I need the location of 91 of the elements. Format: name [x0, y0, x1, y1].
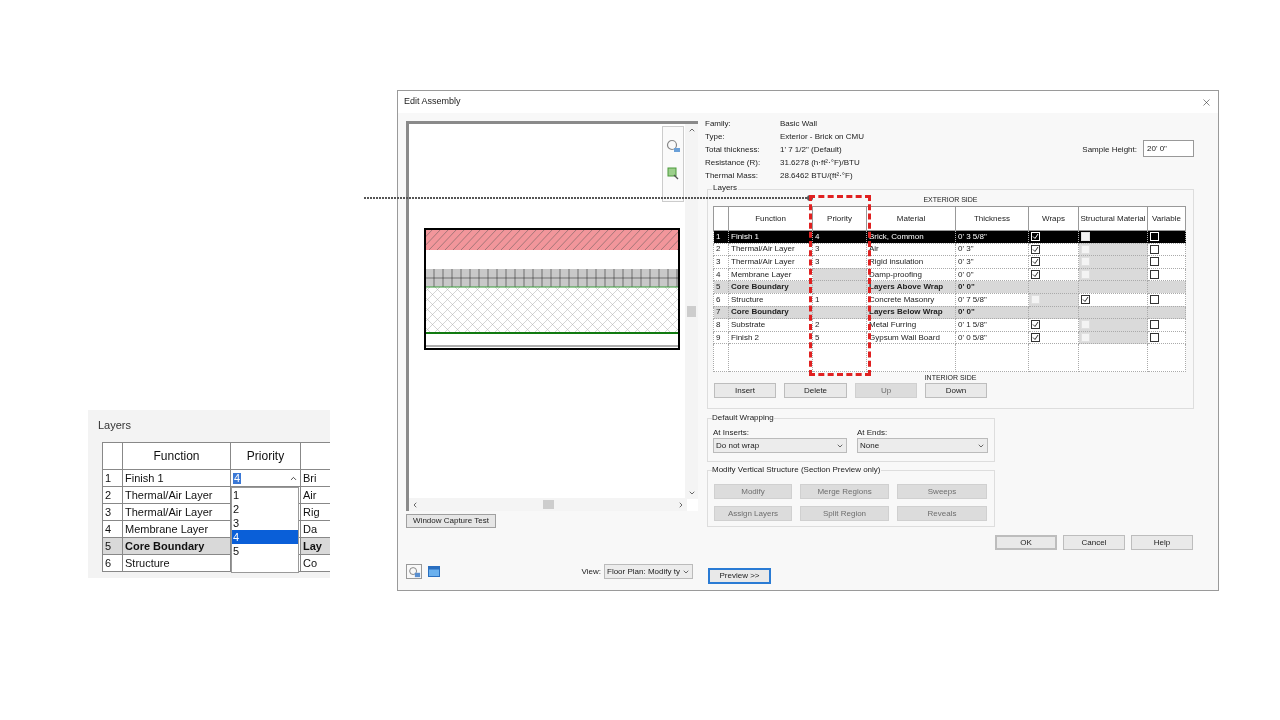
- property-label: Resistance (R):: [705, 157, 762, 169]
- table-row[interactable]: 6 Structure 1 Concrete Masonry 0' 7 5/8": [713, 293, 1186, 307]
- table-cell: Air: [866, 243, 956, 256]
- table-cell: 0' 0 5/8": [955, 331, 1029, 344]
- window-capture-button[interactable]: Window Capture Test: [406, 514, 496, 528]
- table-cell: 0' 3": [955, 243, 1029, 256]
- button[interactable]: Cancel: [1063, 535, 1125, 550]
- scroll-down-icon[interactable]: [687, 489, 696, 497]
- view-cube-icon[interactable]: [406, 564, 422, 579]
- checkbox[interactable]: [1150, 320, 1159, 330]
- checkbox[interactable]: [1031, 257, 1040, 267]
- button[interactable]: OK: [995, 535, 1057, 550]
- property-label: Family:: [705, 118, 732, 130]
- close-icon[interactable]: [1201, 96, 1212, 108]
- checkbox[interactable]: [1150, 244, 1159, 254]
- column-header: Wraps: [1028, 206, 1079, 231]
- preview-button[interactable]: Preview >>: [708, 568, 771, 584]
- group-title: Default Wrapping: [712, 414, 774, 422]
- checkbox[interactable]: [1031, 320, 1040, 330]
- table-cell: Layers Below Wrap: [866, 306, 956, 319]
- scroll-left-icon[interactable]: [411, 500, 419, 509]
- table-cell: 5: [812, 331, 867, 344]
- checkbox[interactable]: [1150, 295, 1159, 305]
- property-value: Exterior - Brick on CMU: [780, 131, 864, 143]
- column-header: Structural Material: [1078, 206, 1148, 231]
- row-number: 2: [713, 243, 729, 256]
- column-header: Variable: [1147, 206, 1186, 231]
- horizontal-scrollbar[interactable]: [409, 498, 687, 511]
- dropdown-option[interactable]: 5: [232, 544, 298, 558]
- field-label: At Ends:: [857, 427, 889, 438]
- scroll-thumb[interactable]: [687, 306, 696, 317]
- row-number: 9: [713, 331, 729, 344]
- wrap-dropdown[interactable]: None: [857, 438, 988, 453]
- column-header: Priority: [812, 206, 867, 231]
- sample-height-field[interactable]: 20' 0": [1143, 140, 1194, 157]
- table-cell: 3: [812, 243, 867, 256]
- property-label: Thermal Mass:: [705, 170, 759, 182]
- dropdown-option[interactable]: 3: [232, 516, 298, 530]
- property-value: Basic Wall: [780, 118, 819, 130]
- checkbox[interactable]: [1031, 244, 1040, 254]
- view-label: View:: [581, 565, 601, 578]
- property-value: 31.6278 (h·ft²·°F)/BTU: [780, 157, 861, 169]
- wrap-dropdown[interactable]: Do not wrap: [713, 438, 847, 453]
- table-cell: Damp-proofing: [866, 268, 956, 281]
- property-value: 1' 7 1/2" (Default): [780, 144, 843, 156]
- table-cell: Gypsum Wall Board: [866, 331, 956, 344]
- group-title: Modify Vertical Structure (Section Preview only): [712, 466, 881, 474]
- table-row[interactable]: 7 Core Boundary Layers Below Wrap 0' 0": [713, 306, 1186, 319]
- checkbox[interactable]: [1031, 333, 1040, 343]
- zoom-region-icon[interactable]: [667, 167, 679, 180]
- row-number: 4: [713, 268, 729, 281]
- table-cell: Core Boundary: [728, 306, 813, 319]
- table-row[interactable]: 9 Finish 2 5 Gypsum Wall Board 0' 0 5/8": [713, 331, 1186, 344]
- table-cell: 0' 0": [955, 306, 1029, 319]
- vertical-scrollbar[interactable]: [685, 124, 698, 499]
- dropdown-option[interactable]: 4: [232, 530, 298, 544]
- property-label: Total thickness:: [705, 144, 761, 156]
- scroll-right-icon[interactable]: [677, 500, 685, 509]
- table-cell: Membrane Layer: [728, 268, 813, 281]
- sample-height-label: Sample Height:: [1082, 144, 1137, 156]
- checkbox[interactable]: [1150, 270, 1159, 280]
- checkbox[interactable]: [1031, 270, 1040, 280]
- field-label: At Inserts:: [713, 427, 750, 438]
- column-header: Function: [728, 206, 813, 231]
- button[interactable]: Insert: [714, 383, 776, 399]
- column-header: Priority: [230, 442, 301, 470]
- group-title: Layers: [98, 418, 132, 433]
- checkbox[interactable]: [1150, 257, 1159, 267]
- group-title: Layers: [712, 184, 738, 192]
- button[interactable]: Down: [925, 383, 987, 399]
- checkbox[interactable]: [1150, 333, 1159, 343]
- scroll-up-icon[interactable]: [687, 126, 696, 134]
- button[interactable]: Help: [1131, 535, 1193, 550]
- view-dropdown[interactable]: Floor Plan: Modify ty: [604, 564, 693, 579]
- scroll-thumb[interactable]: [542, 500, 554, 509]
- table-cell: Finish 2: [728, 331, 813, 344]
- row-number: 7: [713, 306, 729, 319]
- checkbox[interactable]: [1081, 295, 1090, 305]
- button[interactable]: Delete: [784, 383, 847, 399]
- table-header: [102, 442, 123, 470]
- table-cell: Thermal/Air Layer: [728, 243, 813, 256]
- table-row[interactable]: 2 Thermal/Air Layer 3 Air 0' 3": [713, 243, 1186, 256]
- window-title: Edit Assembly: [404, 95, 461, 109]
- table-cell: 0' 0": [955, 268, 1029, 281]
- property-value: 28.6462 BTU/(ft²·°F): [780, 170, 854, 182]
- table-row[interactable]: 4 Membrane Layer Damp-proofing 0' 0": [713, 268, 1186, 281]
- column-header: Material: [866, 206, 956, 231]
- property-label: Type:: [705, 131, 726, 143]
- zoom-icon[interactable]: [666, 139, 680, 153]
- column-header: Function: [122, 442, 231, 470]
- column-header: Thickness: [955, 206, 1029, 231]
